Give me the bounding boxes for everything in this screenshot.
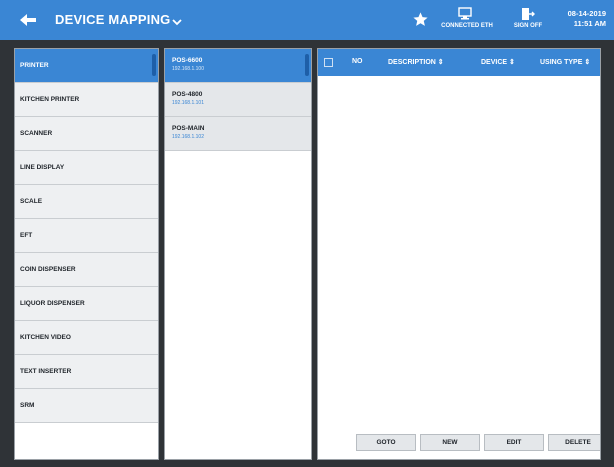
device-type-kitchen-printer[interactable]: KITCHEN PRINTER bbox=[15, 83, 158, 117]
connection-status[interactable]: CONNECTED ETH bbox=[436, 7, 498, 35]
top-bar: DEVICE MAPPING CONNECTED ETH SIGN OFF 08… bbox=[0, 0, 614, 40]
device-type-list: PRINTER KITCHEN PRINTER SCANNER LINE DIS… bbox=[14, 48, 159, 460]
device-type-coin-dispenser[interactable]: COIN DISPENSER bbox=[15, 253, 158, 287]
pos-station-name: POS-MAIN bbox=[172, 125, 205, 132]
time-text: 11:51 AM bbox=[573, 19, 606, 28]
pos-station-list: POS-6600 192.168.1.100 POS-4800 192.168.… bbox=[164, 48, 312, 460]
device-type-printer[interactable]: PRINTER bbox=[15, 49, 158, 83]
device-type-srm[interactable]: SRM bbox=[15, 389, 158, 423]
pos-station-item[interactable]: POS-6600 192.168.1.100 bbox=[165, 49, 311, 83]
select-all-checkbox[interactable] bbox=[324, 58, 333, 67]
sign-off-icon bbox=[522, 8, 535, 20]
pos-station-ip: 192.168.1.102 bbox=[172, 134, 204, 140]
column-header-device[interactable]: DEVICE ⇕ bbox=[481, 58, 515, 66]
star-icon[interactable] bbox=[412, 11, 429, 28]
device-type-line-display[interactable]: LINE DISPLAY bbox=[15, 151, 158, 185]
connection-label: CONNECTED ETH bbox=[441, 23, 493, 29]
edit-button[interactable]: EDIT bbox=[484, 434, 544, 451]
pos-station-ip: 192.168.1.101 bbox=[172, 100, 204, 106]
table-header: NO DESCRIPTION ⇕ DEVICE ⇕ USING TYPE ⇕ bbox=[318, 49, 600, 76]
pos-station-item[interactable]: POS-4800 192.168.1.101 bbox=[165, 83, 311, 117]
new-button[interactable]: NEW bbox=[420, 434, 480, 451]
device-type-text-inserter[interactable]: TEXT INSERTER bbox=[15, 355, 158, 389]
page-title[interactable]: DEVICE MAPPING bbox=[55, 12, 170, 27]
device-type-liquor-dispenser[interactable]: LIQUOR DISPENSER bbox=[15, 287, 158, 321]
date-time: 08-14-2019 11:51 AM bbox=[568, 9, 606, 29]
sign-off-button[interactable]: SIGN OFF bbox=[510, 7, 546, 35]
network-icon bbox=[458, 7, 472, 20]
chevron-down-icon[interactable] bbox=[172, 14, 182, 26]
sign-off-label: SIGN OFF bbox=[513, 23, 543, 29]
mapping-table: NO DESCRIPTION ⇕ DEVICE ⇕ USING TYPE ⇕ G… bbox=[317, 48, 601, 460]
column-header-using-type[interactable]: USING TYPE ⇕ bbox=[540, 58, 590, 66]
pos-station-item[interactable]: POS-MAIN 192.168.1.102 bbox=[165, 117, 311, 151]
date-text: 08-14-2019 bbox=[567, 9, 606, 18]
device-type-scale[interactable]: SCALE bbox=[15, 185, 158, 219]
pos-station-name: POS-4800 bbox=[172, 91, 203, 98]
goto-button[interactable]: GOTO bbox=[356, 434, 416, 451]
delete-button[interactable]: DELETE bbox=[548, 434, 600, 451]
device-type-scanner[interactable]: SCANNER bbox=[15, 117, 158, 151]
column-header-description[interactable]: DESCRIPTION ⇕ bbox=[388, 58, 444, 66]
pos-station-name: POS-6600 bbox=[172, 57, 203, 64]
device-type-kitchen-video[interactable]: KITCHEN VIDEO bbox=[15, 321, 158, 355]
column-header-no[interactable]: NO bbox=[352, 58, 363, 65]
pos-station-ip: 192.168.1.100 bbox=[172, 66, 204, 72]
device-type-eft[interactable]: EFT bbox=[15, 219, 158, 253]
back-arrow-icon[interactable] bbox=[18, 11, 38, 29]
